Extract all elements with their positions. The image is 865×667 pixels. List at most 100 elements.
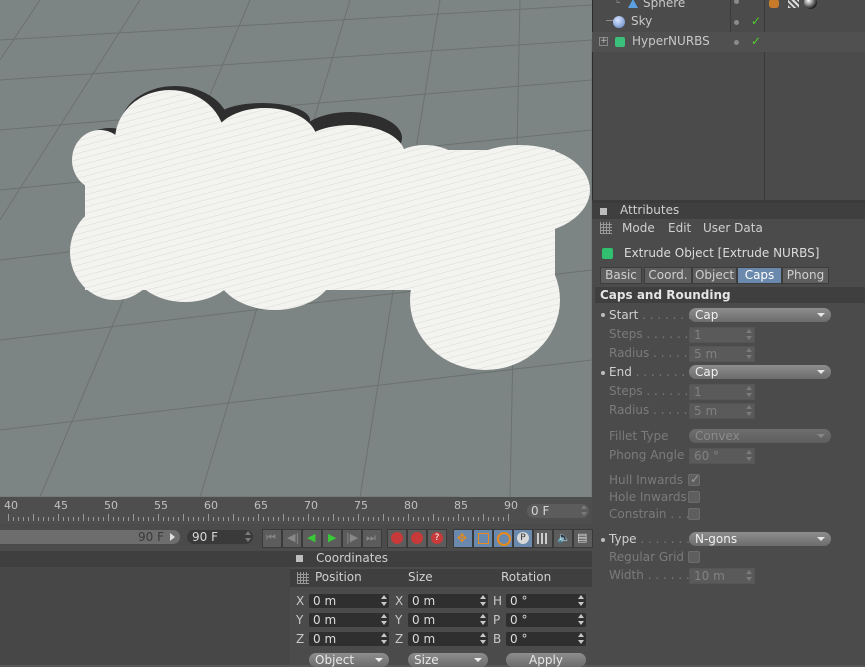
end-dropdown[interactable]: Cap <box>689 365 831 379</box>
enabled-check-icon[interactable]: ✓ <box>751 14 761 28</box>
autokey-icon <box>411 532 423 544</box>
size-y-field[interactable]: 0 m <box>408 613 488 627</box>
position-y-field[interactable]: 0 m <box>309 613 389 627</box>
tab-phong[interactable]: Phong <box>782 267 829 284</box>
tab-coord[interactable]: Coord. <box>644 267 692 284</box>
regular-grid-checkbox[interactable] <box>688 551 700 563</box>
constrain-checkbox[interactable] <box>688 508 700 520</box>
start-radius-field[interactable]: 5 m <box>689 346 755 362</box>
goto-end-button[interactable]: ⏭ <box>362 529 382 548</box>
material-tag-icon[interactable] <box>804 0 817 9</box>
menu-edit[interactable]: Edit <box>668 221 691 235</box>
phong-angle-field[interactable]: 60 ° <box>689 448 755 464</box>
tick-mark <box>243 517 244 521</box>
position-z-field[interactable]: 0 m <box>309 632 389 646</box>
width-field[interactable]: 10 m <box>689 568 755 584</box>
tick-mark <box>423 517 424 521</box>
sound-button[interactable]: 🔈 <box>553 529 573 548</box>
axis-label: Z <box>395 632 404 646</box>
enabled-check-icon[interactable]: ✓ <box>751 34 761 48</box>
tick-mark <box>468 517 469 521</box>
tab-caps[interactable]: Caps <box>737 267 782 284</box>
object-row-sky[interactable]: Sky ✓ <box>592 12 865 32</box>
tag-icon[interactable] <box>769 0 779 8</box>
keyframe-selection-button[interactable]: ? <box>427 529 447 548</box>
tick-mark <box>168 517 169 521</box>
keyframe-bullet[interactable] <box>601 313 605 317</box>
rotation-h-field[interactable]: 0 ° <box>506 594 586 608</box>
tick-mark <box>173 517 174 521</box>
viewport-3d[interactable] <box>0 0 592 497</box>
start-dropdown[interactable]: Cap <box>689 308 831 322</box>
tick-mark <box>103 517 104 521</box>
tick-mark <box>368 517 369 521</box>
slider-handle-icon[interactable] <box>170 533 175 541</box>
tick-label: 40 <box>4 499 18 512</box>
end-steps-field[interactable]: 1 <box>689 384 755 400</box>
tick-mark <box>228 517 229 521</box>
prev-key-button[interactable]: ◀| <box>282 529 302 548</box>
goto-start-button[interactable]: ⏮ <box>262 529 282 548</box>
hull-inwards-checkbox[interactable]: ✓ <box>688 472 700 486</box>
type-dropdown[interactable]: N-gons <box>689 532 831 546</box>
size-x-field[interactable]: 0 m <box>408 594 488 608</box>
hole-inwards-checkbox[interactable] <box>688 491 700 503</box>
tick-mark <box>278 517 279 521</box>
cloud-extrude-object[interactable] <box>70 86 590 370</box>
keyframe-bullet[interactable] <box>601 538 605 542</box>
panel-grip-icon[interactable] <box>296 555 303 562</box>
visibility-dot[interactable] <box>734 40 739 45</box>
axis-label: X <box>395 594 404 608</box>
panel-grip-icon[interactable] <box>600 208 607 215</box>
tab-object[interactable]: Object <box>692 267 737 284</box>
tick-mark <box>138 517 139 521</box>
keyframe-bullet[interactable] <box>601 371 605 375</box>
tick-mark <box>108 514 109 521</box>
tick-mark <box>448 517 449 521</box>
tick-mark <box>503 517 504 521</box>
tick-label: 70 <box>304 499 318 512</box>
end-radius-field[interactable]: 5 m <box>689 403 755 419</box>
expand-icon[interactable]: + <box>599 37 608 46</box>
rotation-p-field[interactable]: 0 ° <box>506 613 586 627</box>
fillet-type-dropdown[interactable]: Convex <box>689 429 831 443</box>
rotation-b-field[interactable]: 0 ° <box>506 632 586 646</box>
rotation-key-button[interactable] <box>493 529 513 548</box>
visibility-dot[interactable] <box>734 20 739 25</box>
object-title: Extrude Object [Extrude NURBS] <box>624 246 820 260</box>
scale-key-button[interactable] <box>473 529 493 548</box>
tick-mark <box>443 517 444 521</box>
tick-label: 45 <box>54 499 68 512</box>
record-button[interactable] <box>387 529 407 548</box>
visibility-dot[interactable] <box>734 0 739 4</box>
current-frame-field[interactable]: 0 F <box>527 504 589 518</box>
step-back-button[interactable]: ◀ <box>302 529 322 548</box>
menu-mode[interactable]: Mode <box>622 221 655 235</box>
chevron-down-icon <box>375 658 383 662</box>
point-level-button[interactable] <box>533 529 553 548</box>
menu-grip-icon[interactable] <box>600 222 612 234</box>
texture-tag-icon[interactable] <box>788 0 799 8</box>
menu-user-data[interactable]: User Data <box>703 221 763 235</box>
tick-mark <box>258 514 259 521</box>
menu-grip-icon[interactable] <box>297 572 309 584</box>
position-x-field[interactable]: 0 m <box>309 594 389 608</box>
play-button[interactable]: ▶ <box>322 529 342 548</box>
next-key-button[interactable]: |▶ <box>342 529 362 548</box>
tab-basic[interactable]: Basic <box>600 267 642 284</box>
size-z-field[interactable]: 0 m <box>408 632 488 646</box>
object-row-hypernurbs[interactable]: + HyperNURBS ✓ <box>592 32 865 52</box>
position-key-button[interactable]: ✥ <box>453 529 473 548</box>
frame-range-slider[interactable]: 90 F <box>0 530 180 544</box>
start-steps-field[interactable]: 1 <box>689 327 755 343</box>
record-icon <box>391 532 403 544</box>
object-name: Sphere <box>643 0 686 10</box>
tick-mark <box>13 517 14 521</box>
tick-mark <box>183 514 184 521</box>
max-frame-field[interactable]: 90 F <box>187 530 253 544</box>
scheme-button[interactable]: ▤ <box>573 529 593 548</box>
tick-mark <box>18 517 19 521</box>
parameter-key-button[interactable]: P <box>513 529 533 548</box>
autokey-button[interactable] <box>407 529 427 548</box>
grid-dots-icon <box>537 533 548 544</box>
